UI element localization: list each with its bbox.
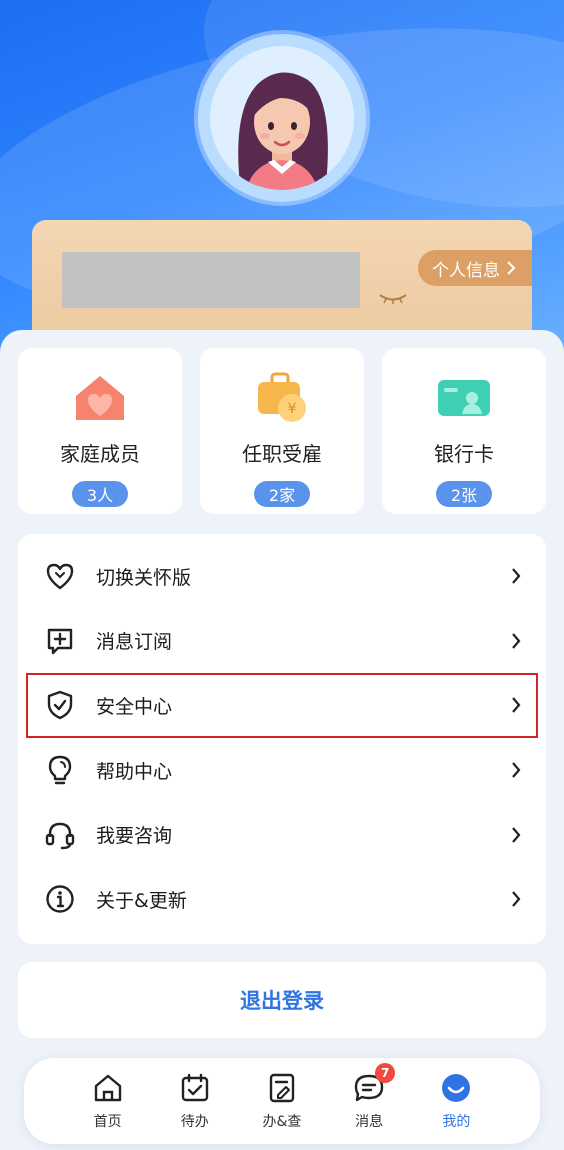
briefcase-coin-icon: ¥ (258, 372, 306, 422)
bank-card-icon (438, 380, 490, 416)
settings-menu: 切换关怀版 消息订阅 安全中心 帮助中心 我要咨询 关于&更新 (18, 534, 546, 944)
svg-text:¥: ¥ (288, 401, 297, 417)
chevron-right-icon (512, 697, 521, 714)
count-badge: 2家 (254, 481, 310, 507)
unread-badge: 7 (375, 1063, 396, 1083)
woman-avatar-icon (238, 72, 328, 190)
tile-bank-cards[interactable]: 银行卡 2张 (382, 348, 546, 514)
tab-messages[interactable]: 7 消息 (339, 1063, 399, 1131)
chevron-right-icon (512, 762, 521, 778)
tile-family-members[interactable]: 家庭成员 3人 (18, 348, 182, 514)
headset-icon (45, 822, 75, 849)
menu-item-care-mode[interactable]: 切换关怀版 (18, 544, 546, 609)
home-icon (94, 1074, 121, 1102)
tab-home[interactable]: 首页 (78, 1071, 138, 1131)
closed-eye-icon (379, 294, 407, 304)
tab-label: 我的 (442, 1114, 471, 1130)
chevron-right-icon (512, 568, 521, 585)
heart-icon (46, 564, 74, 590)
smile-icon (442, 1074, 471, 1102)
logout-button[interactable]: 退出登录 (18, 962, 546, 1038)
content-panel: 家庭成员 3人 ¥ 任职受雇 2家 银行卡 2张 切换关怀版 消息订阅 安全中心… (0, 330, 564, 1150)
tab-handle-query[interactable]: 办&查 (252, 1071, 312, 1131)
tile-employment[interactable]: ¥ 任职受雇 2家 (200, 348, 364, 514)
message-subscribe-icon (47, 628, 73, 655)
lightbulb-icon (48, 755, 72, 785)
bottom-tab-bar: 首页 待办 办&查 7 消息 我的 (24, 1058, 540, 1144)
personal-info-label: 个人信息 (432, 260, 500, 281)
tab-label: 首页 (93, 1114, 122, 1130)
tab-todo[interactable]: 待办 (165, 1071, 225, 1131)
menu-label: 消息订阅 (96, 631, 173, 654)
chevron-right-icon (512, 891, 521, 907)
summary-tiles: 家庭成员 3人 ¥ 任职受雇 2家 银行卡 2张 (18, 348, 546, 514)
menu-item-security-center[interactable]: 安全中心 (26, 673, 538, 738)
menu-label: 帮助中心 (96, 760, 173, 783)
redacted-name-block (62, 252, 360, 308)
menu-item-consult[interactable]: 我要咨询 (18, 802, 546, 867)
menu-item-help-center[interactable]: 帮助中心 (18, 738, 546, 803)
tab-label: 办&查 (262, 1114, 302, 1130)
menu-label: 我要咨询 (96, 825, 173, 848)
count-badge: 2张 (436, 481, 492, 507)
count-badge: 3人 (72, 481, 128, 507)
calendar-check-icon (181, 1073, 208, 1102)
tile-label: 任职受雇 (242, 442, 322, 466)
info-icon (46, 885, 74, 913)
chevron-right-icon (507, 261, 516, 275)
menu-label: 关于&更新 (96, 889, 187, 912)
tab-label: 待办 (180, 1114, 209, 1130)
tab-mine[interactable]: 我的 (426, 1071, 486, 1131)
tile-label: 家庭成员 (60, 442, 140, 466)
tile-label: 银行卡 (434, 442, 494, 466)
personal-info-button[interactable]: 个人信息 (418, 250, 532, 286)
menu-item-about-update[interactable]: 关于&更新 (18, 867, 546, 932)
tab-label: 消息 (355, 1114, 384, 1130)
menu-label: 切换关怀版 (96, 566, 192, 589)
chevron-right-icon (512, 633, 521, 649)
avatar-image (210, 46, 354, 190)
document-edit-icon (269, 1073, 295, 1103)
shield-check-icon (47, 691, 73, 720)
menu-label: 安全中心 (96, 695, 173, 718)
menu-item-message-subscription[interactable]: 消息订阅 (18, 609, 546, 674)
chevron-right-icon (512, 826, 521, 843)
family-house-icon (76, 376, 124, 420)
logout-label: 退出登录 (240, 989, 324, 1013)
avatar[interactable] (198, 34, 366, 202)
